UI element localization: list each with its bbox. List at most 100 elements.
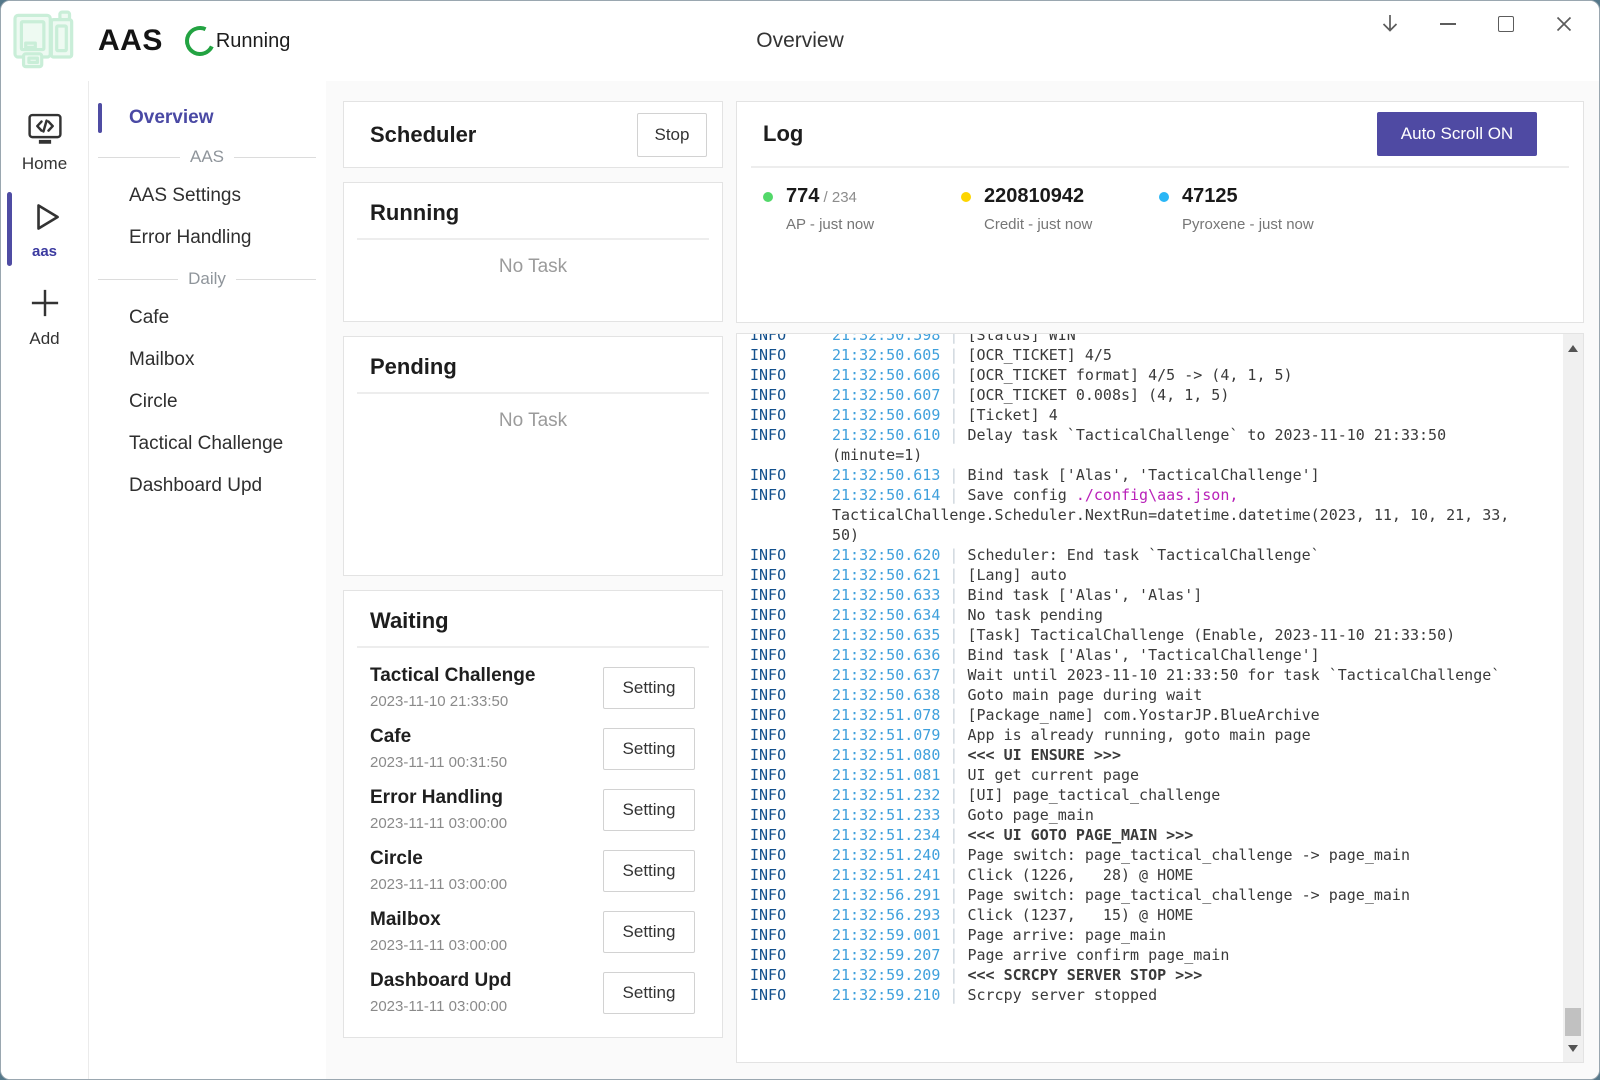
minimize-button[interactable] bbox=[1437, 13, 1459, 35]
sidebar-item-tactical-challenge[interactable]: Tactical Challenge bbox=[89, 423, 326, 465]
stat-value-row: 220810942 bbox=[984, 185, 1092, 208]
sidebar-item-dashboard-upd[interactable]: Dashboard Upd bbox=[89, 465, 326, 507]
scrollbar-thumb[interactable] bbox=[1565, 1008, 1581, 1036]
log-line: INFO21:32:51.233 | Goto page_main bbox=[750, 805, 1563, 825]
log-line: INFO21:32:50.621 | [Lang] auto bbox=[750, 565, 1563, 585]
sidebar-section-divider: Daily bbox=[98, 269, 316, 289]
log-message: <<< SCRCPY SERVER STOP >>> bbox=[967, 966, 1202, 984]
log-line: INFO21:32:50.607 | [OCR_TICKET 0.008s] (… bbox=[750, 385, 1563, 405]
log-separator: | bbox=[940, 806, 967, 824]
setting-button[interactable]: Setting bbox=[603, 789, 695, 831]
log-timestamp: 21:32:59.210 bbox=[832, 986, 940, 1004]
waiting-task-info: Mailbox 2023-11-11 03:00:00 bbox=[370, 909, 507, 954]
stat-body: 47125Pyroxene - just now bbox=[1182, 185, 1314, 233]
log-level: INFO bbox=[750, 425, 832, 465]
setting-button[interactable]: Setting bbox=[603, 972, 695, 1014]
log-timestamp: 21:32:51.079 bbox=[832, 726, 940, 744]
stop-button[interactable]: Stop bbox=[637, 113, 707, 157]
log-message: Click (1226, 28) @ HOME bbox=[967, 866, 1193, 884]
log-timestamp: 21:32:51.232 bbox=[832, 786, 940, 804]
log-entry-text: 21:32:50.609 | [Ticket] 4 bbox=[832, 405, 1058, 425]
log-level: INFO bbox=[750, 925, 832, 945]
log-timestamp: 21:32:50.621 bbox=[832, 566, 940, 584]
rail-item-aas[interactable]: aas bbox=[1, 186, 88, 272]
log-line: INFO21:32:51.232 | [UI] page_tactical_ch… bbox=[750, 785, 1563, 805]
log-line: INFO21:32:50.609 | [Ticket] 4 bbox=[750, 405, 1563, 425]
log-separator: | bbox=[940, 586, 967, 604]
log-level: INFO bbox=[750, 585, 832, 605]
log-scroll-area[interactable]: INFO21:32:50.598 | [Status] WININFO21:32… bbox=[737, 334, 1563, 1062]
log-entry-text: 21:32:51.233 | Goto page_main bbox=[832, 805, 1094, 825]
log-message: <<< UI ENSURE >>> bbox=[967, 746, 1121, 764]
close-button[interactable] bbox=[1553, 13, 1575, 35]
auto-scroll-button[interactable]: Auto Scroll ON bbox=[1377, 112, 1537, 156]
scrollbar-down-button[interactable] bbox=[1563, 1040, 1583, 1056]
log-message: Goto main page during wait bbox=[967, 686, 1202, 704]
setting-button[interactable]: Setting bbox=[603, 911, 695, 953]
sidebar-section-divider: AAS bbox=[98, 147, 316, 167]
rail-item-home[interactable]: Home bbox=[1, 97, 88, 186]
task-name: Tactical Challenge bbox=[370, 665, 535, 687]
waiting-task-info: Circle2023-11-11 03:00:00 bbox=[370, 848, 507, 893]
log-console: INFO21:32:50.598 | [Status] WININFO21:32… bbox=[736, 333, 1584, 1063]
log-entry-text: 21:32:50.606 | [OCR_TICKET format] 4/5 -… bbox=[832, 365, 1293, 385]
scrollbar-up-button[interactable] bbox=[1563, 340, 1583, 356]
log-entry-text: 21:32:50.614 | Save config ./config\aas.… bbox=[832, 485, 1514, 545]
log-message: [Status] WIN bbox=[967, 334, 1075, 344]
log-timestamp: 21:32:51.233 bbox=[832, 806, 940, 824]
log-level: INFO bbox=[750, 365, 832, 385]
log-timestamp: 21:32:50.634 bbox=[832, 606, 940, 624]
active-indicator-bar bbox=[7, 192, 12, 266]
status-text: Running bbox=[216, 30, 291, 53]
waiting-task-info: Tactical Challenge2023-11-10 21:33:50 bbox=[370, 665, 535, 710]
log-entry-text: 21:32:50.613 | Bind task ['Alas', 'Tacti… bbox=[832, 465, 1320, 485]
stat-body: 774 / 234AP - just now bbox=[786, 185, 874, 233]
log-message: App is already running, goto main page bbox=[967, 726, 1310, 744]
sidebar-item-overview[interactable]: Overview bbox=[89, 103, 326, 133]
setting-button[interactable]: Setting bbox=[603, 850, 695, 892]
log-separator: | bbox=[940, 886, 967, 904]
running-title: Running bbox=[370, 200, 459, 225]
sidebar-item-circle[interactable]: Circle bbox=[89, 381, 326, 423]
log-level: INFO bbox=[750, 345, 832, 365]
log-column: Log Auto Scroll ON 774 / 234AP - just no… bbox=[736, 101, 1584, 1079]
log-message: Scheduler: End task `TacticalChallenge` bbox=[967, 546, 1319, 564]
log-level: INFO bbox=[750, 605, 832, 625]
waiting-task-info: Cafe2023-11-11 00:31:50 bbox=[370, 726, 507, 771]
log-message: [Lang] auto bbox=[967, 566, 1066, 584]
sidebar-item-cafe[interactable]: Cafe bbox=[89, 297, 326, 339]
stat-item: 47125Pyroxene - just now bbox=[1159, 185, 1357, 233]
log-timestamp: 21:32:59.209 bbox=[832, 966, 940, 984]
log-message: No task pending bbox=[967, 606, 1102, 624]
log-level: INFO bbox=[750, 685, 832, 705]
log-timestamp: 21:32:59.207 bbox=[832, 946, 940, 964]
log-separator: | bbox=[940, 786, 967, 804]
log-config-path: ./config\aas.json, bbox=[1076, 486, 1239, 504]
log-timestamp: 21:32:51.241 bbox=[832, 866, 940, 884]
task-name: Mailbox bbox=[370, 909, 507, 931]
log-timestamp: 21:32:50.633 bbox=[832, 586, 940, 604]
log-level: INFO bbox=[750, 945, 832, 965]
task-time: 2023-11-11 03:00:00 bbox=[370, 937, 507, 954]
log-line: INFO21:32:50.598 | [Status] WIN bbox=[750, 334, 1563, 345]
sidebar-item-aas-settings[interactable]: AAS Settings bbox=[89, 175, 326, 217]
setting-button[interactable]: Setting bbox=[603, 728, 695, 770]
rail-item-add[interactable]: Add bbox=[1, 272, 88, 361]
plus-icon bbox=[24, 282, 66, 324]
sidebar: Overview AAS AAS SettingsError Handling Da… bbox=[89, 81, 326, 1079]
download-button[interactable] bbox=[1379, 13, 1401, 35]
setting-button[interactable]: Setting bbox=[603, 667, 695, 709]
code-monitor-icon bbox=[24, 107, 66, 149]
sidebar-item-error-handling[interactable]: Error Handling bbox=[89, 217, 326, 259]
maximize-button[interactable] bbox=[1495, 13, 1517, 35]
log-line: INFO21:32:51.241 | Click (1226, 28) @ HO… bbox=[750, 865, 1563, 885]
task-time: 2023-11-11 03:00:00 bbox=[370, 998, 511, 1015]
log-scrollbar[interactable] bbox=[1563, 334, 1583, 1062]
log-separator: | bbox=[940, 746, 967, 764]
log-level: INFO bbox=[750, 565, 832, 585]
sidebar-item-mailbox[interactable]: Mailbox bbox=[89, 339, 326, 381]
log-separator: | bbox=[940, 826, 967, 844]
stat-label: Credit - just now bbox=[984, 216, 1092, 233]
log-entry-text: 21:32:50.598 | [Status] WIN bbox=[832, 334, 1076, 345]
log-separator: | bbox=[940, 426, 967, 444]
